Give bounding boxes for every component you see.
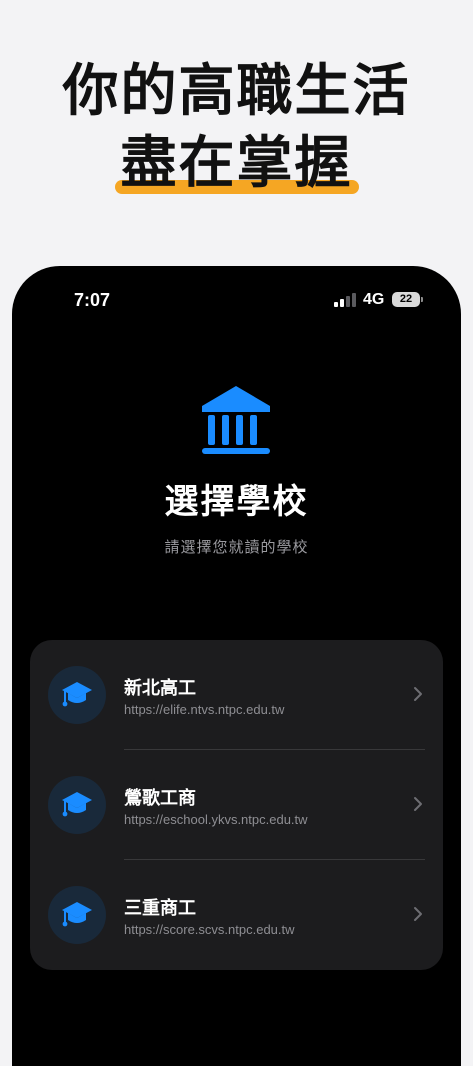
chevron-right-icon (414, 797, 422, 811)
chevron-right-icon (414, 907, 422, 921)
school-name: 新北高工 (124, 678, 196, 699)
chevron-right-icon (414, 687, 422, 701)
school-list: 新北高工 https://elife.ntvs.ntpc.edu.tw 鶯歌工商… (30, 640, 443, 970)
screen-title: 選擇學校 (164, 482, 309, 522)
status-bar: 7:07 4G 22 (12, 266, 461, 336)
school-row-scvs[interactable]: 三重商工 https://score.scvs.ntpc.edu.tw (30, 860, 443, 970)
screen-subtitle: 請選擇您就讀的學校 (164, 538, 309, 556)
school-url: https://eschool.ykvs.ntpc.edu.tw (124, 812, 308, 827)
network-type: 4G (363, 291, 385, 308)
promo-headline: 你的高職生活 盡在掌握 (0, 56, 473, 200)
status-time: 7:07 (74, 290, 111, 310)
battery-tip (421, 297, 423, 302)
cellular-signal-icon (334, 293, 356, 307)
school-avatar (48, 666, 106, 724)
school-row-ykvs[interactable]: 鶯歌工商 https://eschool.ykvs.ntpc.edu.tw (30, 750, 443, 860)
headline-line-1: 你的高職生活 (62, 59, 411, 124)
phone-frame: 7:07 4G 22 選擇學校 請選擇您就讀的學校 新北高工 https://e… (12, 266, 461, 1066)
graduation-cap-icon (62, 682, 92, 707)
school-row-ntvs[interactable]: 新北高工 https://elife.ntvs.ntpc.edu.tw (30, 640, 443, 750)
headline-highlight: 盡在掌握 (114, 128, 359, 200)
headline-line-2: 盡在掌握 (120, 131, 353, 196)
school-url: https://score.scvs.ntpc.edu.tw (124, 922, 295, 937)
school-url: https://elife.ntvs.ntpc.edu.tw (124, 702, 285, 717)
school-avatar (48, 886, 106, 944)
school-avatar (48, 776, 106, 834)
battery-level: 22 (399, 293, 413, 305)
school-name: 鶯歌工商 (124, 788, 196, 809)
graduation-cap-icon (62, 792, 92, 817)
school-building-icon (202, 386, 270, 454)
battery-icon: 22 (392, 292, 420, 307)
graduation-cap-icon (62, 902, 92, 927)
school-name: 三重商工 (124, 898, 196, 919)
